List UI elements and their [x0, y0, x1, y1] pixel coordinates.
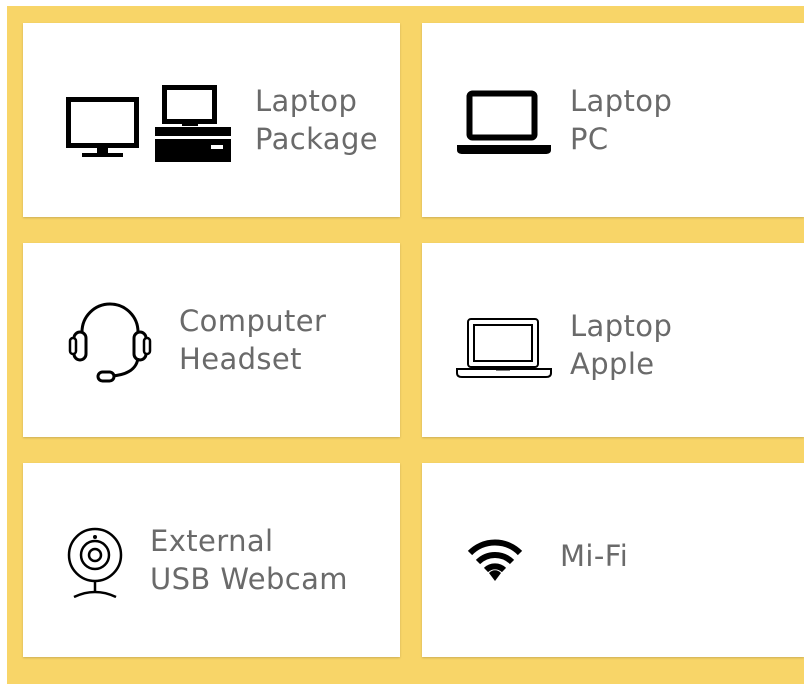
- card-label-line1: Mi-Fi: [560, 539, 629, 573]
- monitor-and-desktop-icon: [66, 83, 231, 163]
- card-label: Laptop Apple: [570, 307, 672, 383]
- card-laptop-apple[interactable]: Laptop Apple: [422, 243, 804, 437]
- laptop-icon: [457, 90, 551, 156]
- headset-icon: [68, 296, 152, 384]
- card-laptop-pc[interactable]: Laptop PC: [422, 23, 804, 217]
- card-label-line1: Laptop: [570, 84, 673, 118]
- card-computer-headset[interactable]: Computer Headset: [23, 243, 400, 437]
- card-label: External USB Webcam: [150, 522, 348, 598]
- card-label: Laptop PC: [570, 82, 672, 158]
- card-label-line1: Computer: [179, 304, 327, 338]
- card-label-line2: Headset: [179, 342, 302, 376]
- card-mi-fi[interactable]: Mi-Fi: [422, 463, 804, 657]
- equipment-grid: Laptop Package Laptop PC Computer Headse…: [7, 6, 804, 684]
- card-label-line1: External: [150, 524, 274, 558]
- card-label: Mi-Fi: [560, 537, 628, 575]
- card-label-line2: Apple: [570, 347, 655, 381]
- webcam-icon: [66, 526, 124, 598]
- card-label-line2: USB Webcam: [150, 562, 348, 596]
- card-label-line1: Laptop: [570, 309, 673, 343]
- card-label-line2: PC: [570, 122, 609, 156]
- card-label-line1: Laptop: [255, 84, 358, 118]
- wifi-icon: [467, 537, 523, 581]
- card-label-line2: Package: [255, 122, 379, 156]
- card-laptop-package[interactable]: Laptop Package: [23, 23, 400, 217]
- laptop-outline-icon: [456, 317, 552, 379]
- card-label: Computer Headset: [179, 302, 326, 378]
- card-external-usb-webcam[interactable]: External USB Webcam: [23, 463, 400, 657]
- card-label: Laptop Package: [255, 82, 378, 158]
